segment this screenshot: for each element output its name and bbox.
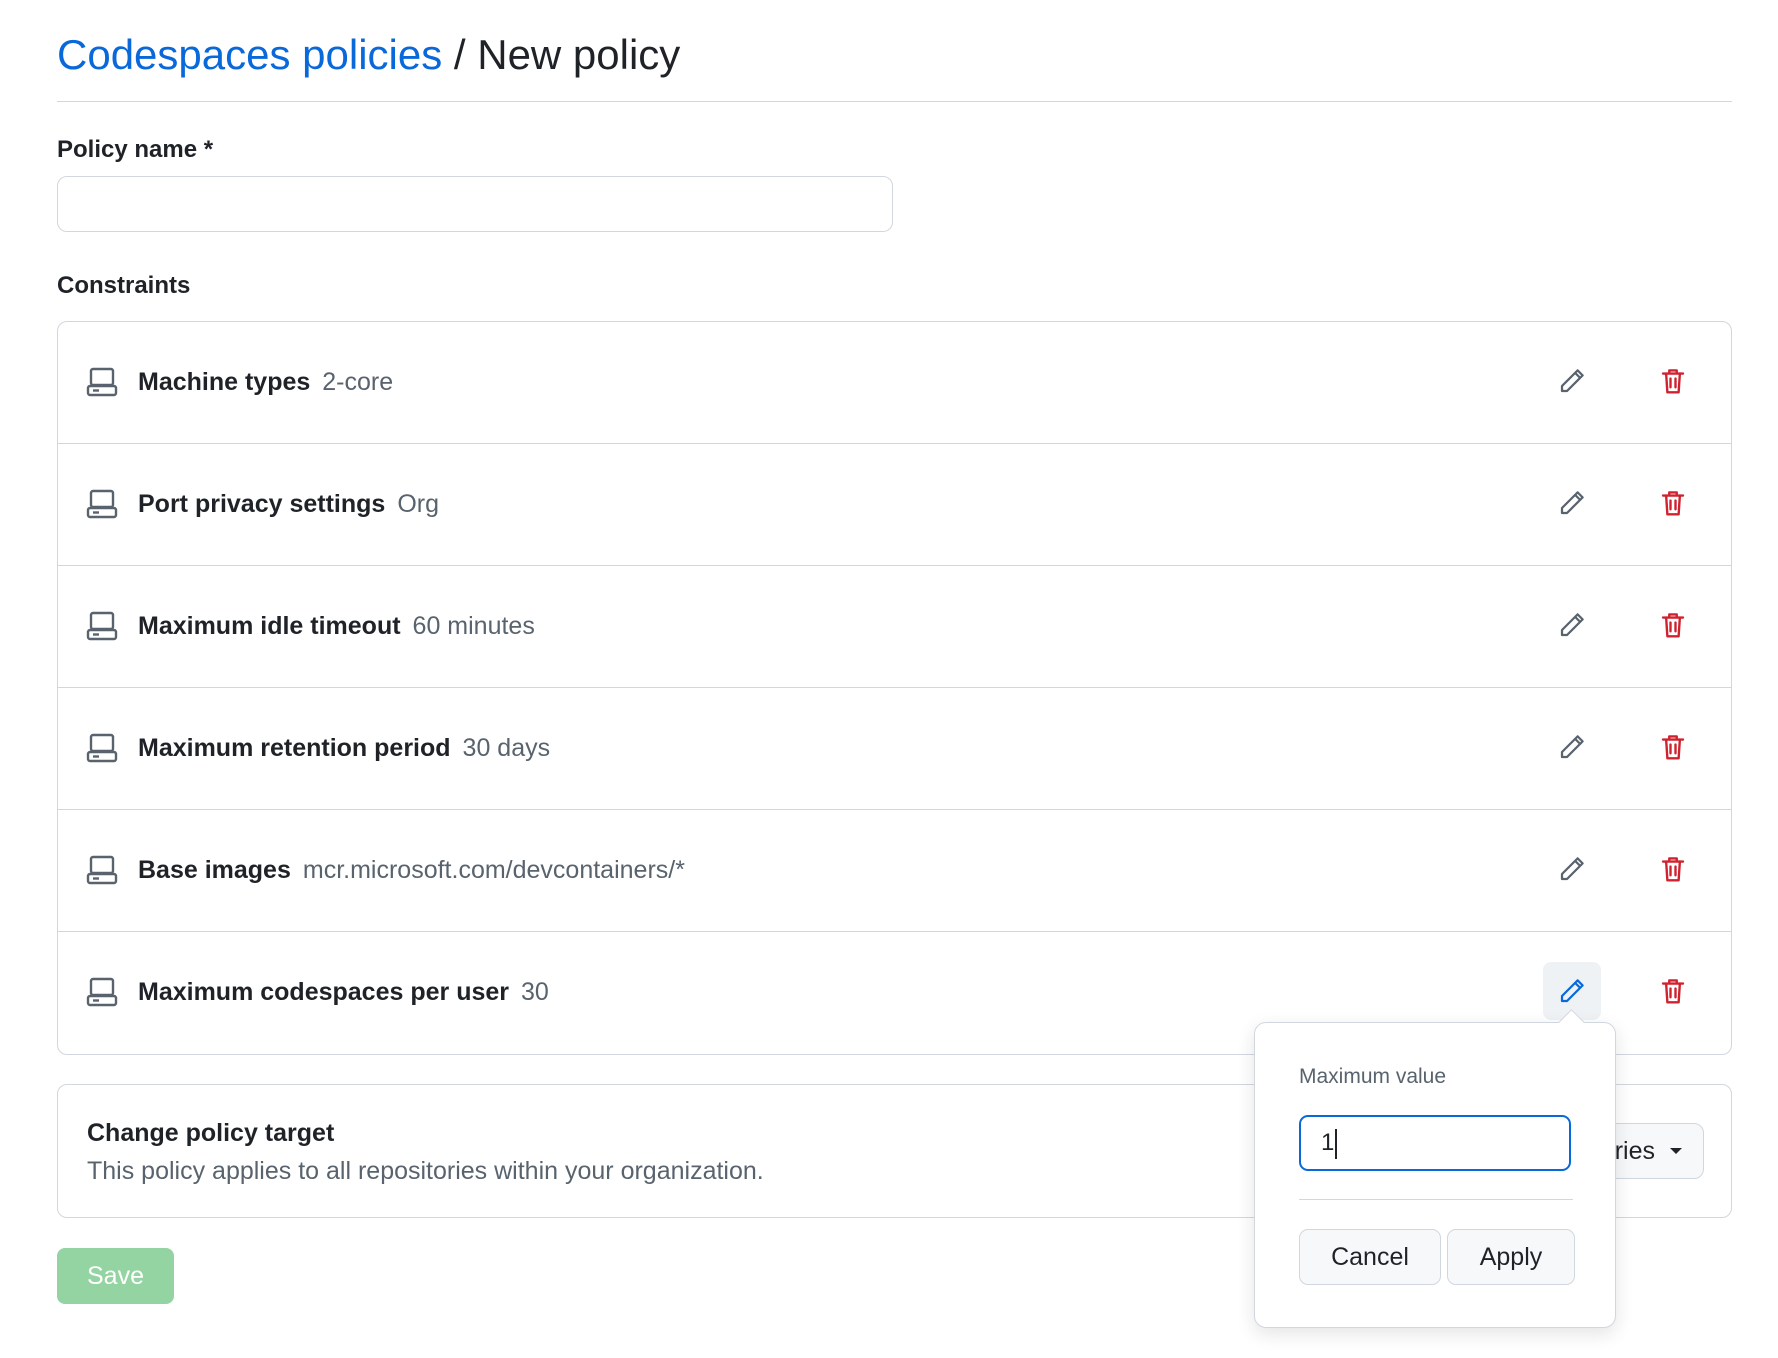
constraint-row: Maximum idle timeout 60 minutes: [58, 566, 1731, 688]
page-header: Codespaces policies / New policy: [57, 28, 1732, 102]
text-cursor: [1335, 1128, 1338, 1159]
constraint-row: Base images mcr.microsoft.com/devcontaine…: [58, 810, 1731, 932]
policy-name-input[interactable]: [57, 176, 893, 232]
edit-constraint-button[interactable]: [1543, 352, 1601, 410]
trash-icon: [1661, 857, 1685, 882]
breadcrumb-current: New policy: [477, 31, 681, 78]
delete-constraint-button[interactable]: [1644, 962, 1702, 1020]
save-button[interactable]: Save: [57, 1248, 174, 1304]
popover-divider: [1299, 1199, 1573, 1200]
constraint-value: mcr.microsoft.com/devcontainers/*: [302, 856, 685, 884]
max-value-input[interactable]: 1: [1299, 1115, 1571, 1171]
delete-constraint-button[interactable]: [1644, 352, 1702, 410]
max-value-label: Maximum value: [1299, 1065, 1447, 1088]
server-icon: [86, 489, 118, 519]
caret-down-icon: [1670, 1148, 1682, 1154]
edit-constraint-button[interactable]: [1543, 718, 1601, 776]
server-icon: [86, 367, 118, 397]
page-title: Codespaces policies / New policy: [57, 28, 1732, 82]
server-icon: [86, 733, 118, 763]
constraint-value: 30: [521, 978, 549, 1006]
pencil-icon: [1560, 735, 1584, 759]
cancel-button[interactable]: Cancel: [1299, 1229, 1441, 1285]
edit-constraint-button[interactable]: [1543, 596, 1601, 654]
constraint-value: 60 minutes: [412, 612, 535, 640]
max-value-popover: Maximum value 1 Cancel Apply: [1254, 1009, 1616, 1328]
trash-icon: [1661, 735, 1685, 760]
constraint-value: Org: [397, 490, 439, 518]
constraint-name: Maximum codespaces per user: [138, 978, 509, 1006]
server-icon: [86, 855, 118, 885]
trash-icon: [1661, 979, 1685, 1004]
server-icon: [86, 977, 118, 1007]
delete-constraint-button[interactable]: [1644, 474, 1702, 532]
max-value-text: 1: [1321, 1129, 1335, 1156]
constraint-value: 30 days: [462, 734, 551, 762]
pencil-icon: [1560, 979, 1584, 1003]
edit-constraint-button[interactable]: [1543, 474, 1601, 532]
delete-constraint-button[interactable]: [1644, 718, 1702, 776]
constraint-name: Maximum idle timeout: [138, 612, 401, 640]
constraint-name: Base images: [138, 856, 291, 884]
constraint-row: Port privacy settings Org: [58, 444, 1731, 566]
pencil-icon: [1560, 491, 1584, 515]
pencil-icon: [1560, 613, 1584, 637]
apply-button[interactable]: Apply: [1447, 1229, 1575, 1285]
policy-target-title: Change policy target: [87, 1119, 335, 1147]
constraint-name: Machine types: [138, 368, 311, 396]
delete-constraint-button[interactable]: [1644, 840, 1702, 898]
constraint-name: Port privacy settings: [138, 490, 386, 518]
trash-icon: [1661, 613, 1685, 638]
constraint-row: Maximum retention period 30 days: [58, 688, 1731, 810]
constraints-list: Machine types 2-core Port privacy setting…: [57, 321, 1732, 1055]
breadcrumb-link[interactable]: Codespaces policies: [57, 31, 442, 78]
trash-icon: [1661, 369, 1685, 394]
policy-name-label: Policy name *: [57, 136, 214, 163]
trash-icon: [1661, 491, 1685, 516]
edit-constraint-button[interactable]: [1543, 840, 1601, 898]
pencil-icon: [1560, 369, 1584, 393]
breadcrumb-separator: /: [453, 31, 466, 78]
constraint-name: Maximum retention period: [138, 734, 451, 762]
constraint-value: 2-core: [322, 368, 394, 396]
delete-constraint-button[interactable]: [1644, 596, 1702, 654]
constraint-row: Machine types 2-core: [58, 322, 1731, 444]
policy-target-dropdown-label: ries: [1614, 1136, 1655, 1165]
constraints-label: Constraints: [57, 272, 191, 299]
policy-target-description: This policy applies to all repositories …: [87, 1157, 764, 1185]
pencil-icon: [1560, 857, 1584, 881]
server-icon: [86, 611, 118, 641]
